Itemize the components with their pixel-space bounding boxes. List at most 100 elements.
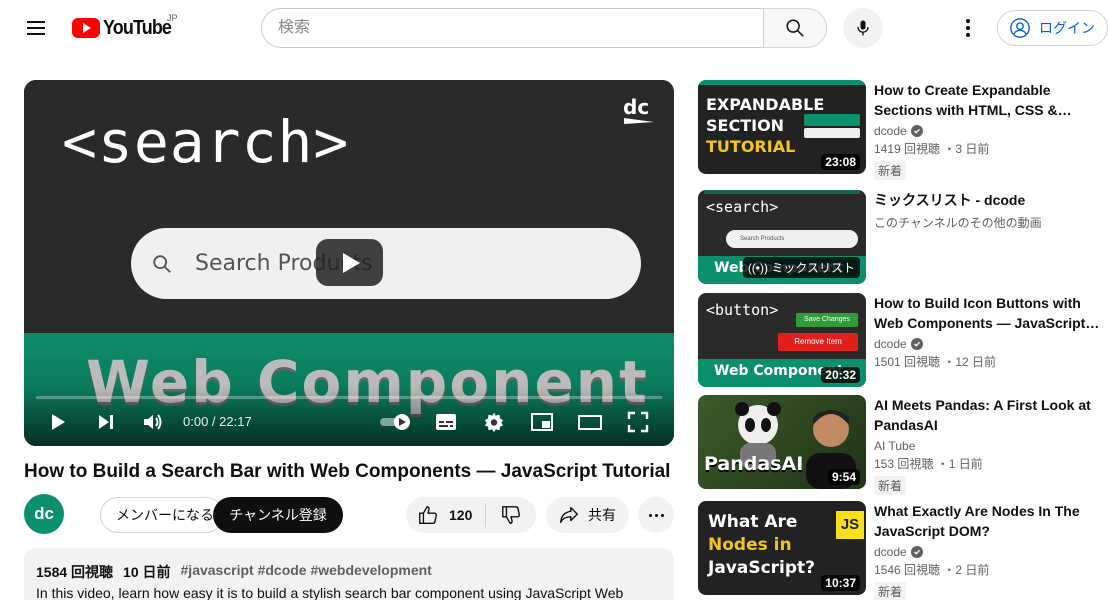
thumb-line: EXPANDABLE (706, 95, 825, 114)
search-input[interactable] (278, 19, 763, 37)
new-badge: 新着 (874, 476, 907, 495)
new-badge: 新着 (874, 161, 907, 180)
mix-subtitle: このチャンネルのその他の動画 (874, 216, 1042, 230)
dislike-button[interactable] (486, 497, 536, 533)
next-icon (99, 415, 113, 429)
next-button[interactable] (94, 410, 118, 434)
hashtags[interactable]: #javascript #dcode #webdevelopment (181, 562, 432, 582)
video-stats: 1546 回視聴 ・2 日前 (874, 563, 990, 577)
channel-name[interactable]: AI Tube (874, 439, 1104, 453)
microphone-icon (857, 20, 869, 36)
thumb-line: What Are (708, 512, 798, 532)
channel-name[interactable]: dcode (874, 545, 1104, 559)
channel-name-text: AI Tube (874, 439, 916, 453)
video-thumbnail[interactable]: EXPANDABLE SECTION TUTORIAL 23:08 (698, 80, 866, 174)
join-membership-button[interactable]: メンバーになる (100, 497, 224, 533)
player-controls: 0:00 / 22:17 (24, 386, 674, 446)
thumb-line: Save Changes (796, 313, 858, 327)
video-stats: 1419 回視聴 ・3 日前 (874, 142, 990, 156)
fullscreen-button[interactable] (626, 410, 650, 434)
channel-name-text: dcode (874, 337, 907, 351)
login-label: ログイン (1039, 20, 1095, 36)
video-duration: 10:37 (821, 575, 860, 591)
more-actions-button[interactable] (638, 497, 674, 533)
thumb-line: JavaScript? (708, 558, 816, 578)
dcode-logo-icon: dc (623, 95, 654, 124)
region-label: JP (167, 13, 178, 23)
view-count: 1584 回視聴 (36, 564, 114, 580)
video-thumbnail[interactable]: <button> Save Changes Remove Item Web Co… (698, 293, 866, 387)
share-button[interactable]: 共有 (546, 497, 629, 533)
video-info: AI Meets Pandas: A First Look at PandasA… (874, 395, 1104, 495)
video-title[interactable]: How to Create Expandable Sections with H… (874, 80, 1104, 120)
large-play-button[interactable] (316, 239, 383, 286)
time-display: 0:00 / 22:17 (183, 414, 252, 429)
related-video[interactable]: <button> Save Changes Remove Item Web Co… (698, 293, 1109, 387)
volume-button[interactable] (141, 410, 165, 434)
channel-name[interactable]: dcode (874, 124, 1104, 138)
play-button[interactable] (46, 410, 70, 434)
autoplay-toggle[interactable] (378, 410, 414, 434)
thumb-line: Search Products (726, 230, 858, 248)
search-button[interactable] (763, 8, 827, 48)
fullscreen-icon (627, 411, 649, 433)
video-duration: 23:08 (821, 154, 860, 170)
voice-search-button[interactable] (843, 8, 883, 48)
video-title[interactable]: ミックスリスト - dcode (874, 190, 1104, 210)
description-box[interactable]: 1584 回視聴 10 日前 #javascript #dcode #webde… (24, 548, 674, 600)
upload-age: 10 日前 (123, 564, 171, 580)
thumbnail-search-bar: Search Products (131, 228, 641, 299)
video-title[interactable]: AI Meets Pandas: A First Look at PandasA… (874, 395, 1104, 435)
video-player[interactable]: <search> Search Products Web Component d… (24, 80, 674, 446)
menu-icon[interactable] (20, 12, 52, 44)
video-thumbnail[interactable]: PandasAI 9:54 (698, 395, 866, 489)
video-info: How to Build Icon Buttons with Web Compo… (874, 293, 1104, 370)
login-button[interactable]: ログイン (997, 10, 1108, 46)
video-title: How to Build a Search Bar with Web Compo… (24, 461, 671, 482)
thumb-line: Remove Item (778, 333, 858, 351)
thumbs-down-icon (502, 506, 520, 524)
svg-text:dc: dc (623, 95, 649, 119)
subtitles-icon (436, 414, 456, 430)
thumb-line: Nodes in (708, 535, 792, 555)
channel-name-text: dcode (874, 124, 907, 138)
video-info: What Exactly Are Nodes In The JavaScript… (874, 501, 1104, 600)
like-count: 120 (449, 507, 473, 523)
description-text: In this video, learn how easy it is to b… (36, 585, 624, 600)
subtitles-button[interactable] (434, 410, 458, 434)
thumb-line: PandasAI (704, 453, 804, 475)
verified-icon (910, 338, 923, 350)
channel-name-text: dcode (874, 545, 907, 559)
video-info: ミックスリスト - dcode このチャンネルのその他の動画 (874, 190, 1104, 231)
settings-button[interactable] (482, 410, 506, 434)
verified-icon (910, 125, 923, 137)
mix-label: ((•)) ミックスリスト (742, 257, 860, 278)
mix-label-text: ミックスリスト (771, 261, 855, 275)
related-video[interactable]: PandasAI 9:54 AI Meets Pandas: A First L… (698, 395, 1109, 495)
related-video[interactable]: EXPANDABLE SECTION TUTORIAL 23:08 How to… (698, 80, 1109, 180)
theater-icon (578, 415, 602, 430)
progress-bar[interactable] (36, 396, 662, 399)
theater-mode-button[interactable] (577, 410, 603, 434)
related-video[interactable]: What Are Nodes in JavaScript? JS 10:37 W… (698, 501, 1109, 600)
youtube-logo[interactable]: YouTube (72, 14, 179, 42)
video-title[interactable]: How to Build Icon Buttons with Web Compo… (874, 293, 1104, 333)
description-meta: 1584 回視聴 10 日前 #javascript #dcode #webde… (36, 562, 662, 582)
search-icon (786, 19, 804, 37)
video-title[interactable]: What Exactly Are Nodes In The JavaScript… (874, 501, 1104, 541)
video-info: How to Create Expandable Sections with H… (874, 80, 1104, 180)
play-icon (52, 414, 65, 430)
related-mix[interactable]: <search> Search Products Web Component (… (698, 190, 1109, 284)
settings-more-icon[interactable] (952, 12, 984, 44)
video-thumbnail[interactable]: What Are Nodes in JavaScript? JS 10:37 (698, 501, 866, 595)
video-duration: 9:54 (827, 469, 860, 485)
channel-name[interactable]: dcode (874, 337, 1104, 351)
miniplayer-button[interactable] (530, 410, 554, 434)
autoplay-icon (380, 414, 410, 430)
like-button[interactable]: 120 (406, 503, 486, 527)
channel-avatar[interactable]: dc (24, 494, 64, 534)
thumb-line: TUTORIAL (706, 137, 796, 156)
subscribe-button[interactable]: チャンネル登録 (213, 497, 343, 533)
mix-thumbnail[interactable]: <search> Search Products Web Component (… (698, 190, 866, 284)
js-badge: JS (836, 511, 864, 539)
